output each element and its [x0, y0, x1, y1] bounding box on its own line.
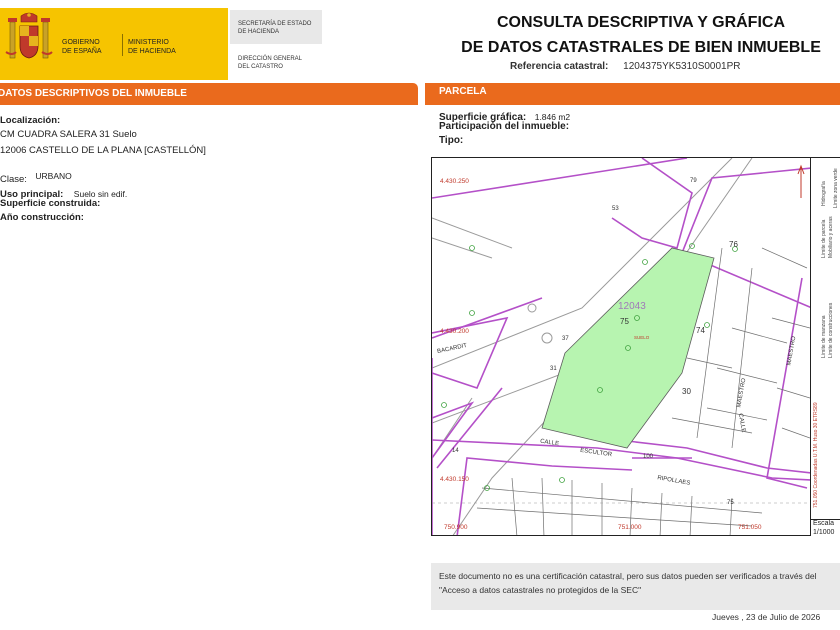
map-legend: 751.050 Coordenadas U.T.M. Huso 30 ETRS8… [811, 157, 840, 520]
reference-value: 1204375YK5310S0001PR [623, 61, 741, 72]
logo-divider [122, 34, 123, 56]
parcel-land-label: SUELO [634, 335, 650, 340]
parcel-number-30: 30 [682, 387, 691, 396]
legend-coords: 751.050 Coordenadas U.T.M. Huso 30 ETRS8… [813, 402, 819, 508]
government-name: GOBIERNO DE ESPAÑA [62, 39, 102, 55]
disclaimer-notice: Este documento no es una certificación c… [431, 563, 840, 610]
map-scale: Escala 1/1000 [813, 519, 834, 537]
reference-row: Referencia catastral: 1204375YK5310S0001… [510, 61, 741, 72]
legend-parcela: Límite de parcela [821, 219, 827, 258]
x-left: 750.900 [444, 524, 468, 531]
parcel-number-75: 75 [620, 317, 629, 326]
street-number-75: 75 [727, 500, 734, 506]
participacion-label: Participación del inmueble: [439, 121, 570, 132]
coord-bottom: 4.430.150 [440, 476, 469, 483]
scale-value: 1/1000 [813, 529, 835, 536]
legend-hidrografia: Hidrografía [821, 181, 827, 206]
street-number-100: 100 [643, 454, 654, 460]
legend-mobiliario: Mobiliario y aceras [828, 216, 834, 258]
secretaria-text: SECRETARÍA DE ESTADO DE HACIENDA [238, 21, 312, 35]
street-number-37: 37 [562, 336, 569, 342]
street-number-79: 79 [690, 178, 697, 184]
street-number-14: 14 [452, 448, 459, 454]
superficie-construida-label: Superficie construida: [0, 198, 101, 209]
localizacion-label: Localización: [0, 115, 61, 126]
anio-construccion-label: Año construcción: [0, 212, 84, 223]
street-number-53: 53 [612, 206, 619, 212]
reference-label: Referencia catastral: [510, 61, 609, 72]
x-right: 751.050 [738, 524, 762, 531]
street-number-31: 31 [550, 366, 557, 372]
clase-value: URBANO [35, 171, 72, 181]
address-line-1: CM CUADRA SALERA 31 Suelo [0, 129, 137, 140]
coat-of-arms-icon [5, 12, 53, 59]
section-underline-left [0, 103, 418, 105]
legend-construcciones: Límite de construcciones [828, 302, 834, 358]
block-number: 12043 [618, 301, 646, 312]
scale-label: Escala [813, 520, 835, 527]
x-mid: 751.000 [618, 524, 642, 531]
document-title: CONSULTA DESCRIPTIVA Y GRÁFICA DE DATOS … [461, 14, 821, 56]
document-date: Jueves , 23 de Julio de 2026 [712, 612, 821, 622]
legend-zona-verde: Límite zona verde [833, 168, 839, 208]
coord-mid: 4.430.200 [440, 328, 469, 335]
cadastral-map[interactable]: 4.430.250 4.430.200 4.430.150 750.900 75… [431, 157, 811, 536]
direccion-text: DIRECCIÓN GENERAL DEL CATASTRO [238, 56, 303, 70]
parcel-number-74: 74 [696, 326, 705, 335]
parcel-number-76: 76 [729, 240, 738, 249]
coord-top: 4.430.250 [440, 178, 469, 185]
ministry-name: MINISTERIO DE HACIENDA [128, 39, 176, 55]
address-line-2: 12006 CASTELLO DE LA PLANA [CASTELLÓN] [0, 145, 206, 156]
section-bar-datos: DATOS DESCRIPTIVOS DEL INMUEBLE [0, 83, 418, 103]
legend-manzana: Límite de manzana [821, 315, 827, 358]
section-bar-parcela: PARCELA [425, 83, 840, 103]
section-underline-right [425, 103, 840, 105]
cadastral-map-drawing [432, 158, 810, 535]
tipo-label: Tipo: [439, 135, 464, 146]
